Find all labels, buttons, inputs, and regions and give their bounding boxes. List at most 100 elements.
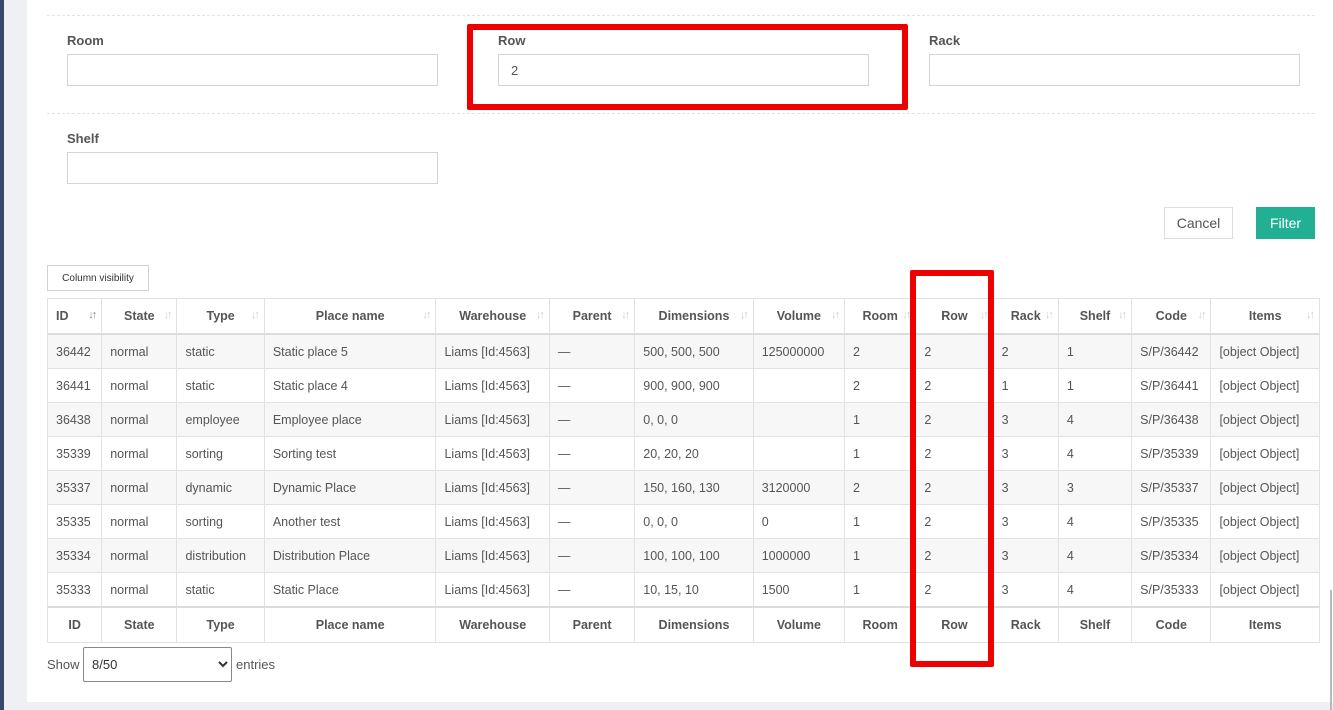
table-row[interactable]: 36441 normal static Static place 4 Liams [Id… (46, 368, 1320, 403)
sort-icon[interactable]: ↓↑ (536, 309, 545, 321)
table-row[interactable]: 35333 normal static Static Place Liams [Id:4… (46, 572, 1320, 608)
table-row[interactable]: 35335 normal sorting Another test Liams [Id:… (46, 504, 1320, 539)
filter-button[interactable]: Filter (1256, 207, 1315, 239)
sort-icon[interactable]: ↓↑ (1045, 309, 1054, 321)
cell-items: [object Object] (1210, 436, 1320, 471)
column-header-label: Rack (1010, 309, 1041, 323)
cell-items: [object Object] (1210, 572, 1320, 608)
cell-id: 36442 (46, 333, 103, 369)
cell-place-name: Static place 4 (263, 368, 437, 403)
sort-icon[interactable]: ↓↑ (902, 309, 911, 321)
cell-code: S/P/35333 (1131, 572, 1212, 608)
cell-parent: — (548, 436, 636, 471)
cell-dimensions: 0, 0, 0 (634, 504, 754, 539)
column-header-state[interactable]: State ↓↑ (101, 298, 178, 335)
column-header-row[interactable]: Row ↓↑ (915, 298, 994, 335)
sort-icon[interactable]: ↓↑ (1118, 309, 1127, 321)
cell-volume: 1500 (752, 572, 846, 608)
room-input[interactable] (67, 54, 438, 86)
column-header-warehouse[interactable]: Warehouse ↓↑ (435, 298, 550, 335)
cell-items: [object Object] (1210, 333, 1320, 369)
cell-warehouse: Liams [Id:4563] (435, 504, 550, 539)
cell-state: normal (101, 470, 178, 505)
column-header-code[interactable]: Code ↓↑ (1131, 298, 1212, 335)
cell-dimensions: 150, 160, 130 (634, 470, 754, 505)
cell-items: [object Object] (1210, 504, 1320, 539)
column-header-dimensions[interactable]: Dimensions ↓↑ (634, 298, 754, 335)
column-header-items[interactable]: Items ↓↑ (1210, 298, 1320, 335)
table-row[interactable]: 36442 normal static Static place 5 Liams [Id… (46, 333, 1320, 369)
table-row[interactable]: 35337 normal dynamic Dynamic Place Liams [Id… (46, 470, 1320, 505)
cell-volume: 1000000 (752, 538, 846, 573)
cell-shelf: 1 (1057, 368, 1133, 403)
column-header-label: Shelf (1079, 309, 1111, 323)
shelf-label: Shelf (67, 131, 99, 146)
column-header-volume[interactable]: Volume ↓↑ (752, 298, 846, 335)
cell-state: normal (101, 572, 178, 608)
column-footer-dimensions: Dimensions (634, 606, 754, 643)
cell-rack: 2 (992, 333, 1059, 369)
cell-room: 2 (844, 470, 917, 505)
table-row[interactable]: 35334 normal distribution Distribution Plac… (46, 538, 1320, 573)
cell-code: S/P/35335 (1131, 504, 1212, 539)
cell-shelf: 4 (1057, 402, 1133, 437)
cell-warehouse: Liams [Id:4563] (435, 538, 550, 573)
cell-id: 35335 (46, 504, 103, 539)
column-header-parent[interactable]: Parent ↓↑ (548, 298, 636, 335)
sort-icon[interactable]: ↓↑ (422, 309, 431, 321)
cell-type: employee (176, 402, 265, 437)
column-header-label: State (124, 309, 155, 323)
sort-icon[interactable]: ↓↑ (1306, 309, 1315, 321)
shelf-input[interactable] (67, 152, 438, 184)
cell-rack: 3 (992, 572, 1059, 608)
table-row[interactable]: 36438 normal employee Employee place Liams [… (46, 402, 1320, 437)
cell-type: dynamic (176, 470, 265, 505)
cell-warehouse: Liams [Id:4563] (435, 470, 550, 505)
cell-warehouse: Liams [Id:4563] (435, 333, 550, 369)
scrollbar[interactable] (1330, 590, 1332, 710)
cell-type: distribution (176, 538, 265, 573)
cell-room: 1 (844, 436, 917, 471)
cell-shelf: 4 (1057, 504, 1133, 539)
column-visibility-button[interactable]: Column visibility (47, 265, 149, 291)
cell-room: 1 (844, 572, 917, 608)
column-header-label: Code (1155, 309, 1187, 323)
sort-icon[interactable]: ↓↑ (980, 309, 989, 321)
cell-state: normal (101, 333, 178, 369)
entries-select[interactable]: 8/50 (83, 647, 232, 682)
column-header-room[interactable]: Room ↓↑ (844, 298, 917, 335)
cell-code: S/P/35334 (1131, 538, 1212, 573)
row-input[interactable] (498, 54, 869, 86)
cancel-button[interactable]: Cancel (1164, 207, 1233, 239)
column-header-shelf[interactable]: Shelf ↓↑ (1057, 298, 1133, 335)
cell-room: 1 (844, 402, 917, 437)
column-header-type[interactable]: Type ↓↑ (176, 298, 265, 335)
column-header-label: Row (941, 309, 968, 323)
column-header-id[interactable]: ID ↓↑ (46, 298, 103, 335)
cell-row: 2 (915, 504, 994, 539)
sort-icon[interactable]: ↓↑ (163, 309, 172, 321)
cell-place-name: Another test (263, 504, 437, 539)
sort-icon[interactable]: ↓↑ (1197, 309, 1206, 321)
cell-rack: 3 (992, 436, 1059, 471)
sidebar-edge (0, 0, 4, 710)
sort-icon[interactable]: ↓↑ (621, 309, 630, 321)
cell-row: 2 (915, 402, 994, 437)
column-header-rack[interactable]: Rack ↓↑ (992, 298, 1059, 335)
sort-icon[interactable]: ↓↑ (831, 309, 840, 321)
cell-shelf: 1 (1057, 333, 1133, 369)
sort-icon[interactable]: ↓↑ (740, 309, 749, 321)
sort-desc-icon[interactable]: ↓↑ (88, 309, 97, 321)
rack-input[interactable] (929, 54, 1300, 86)
cell-id: 36438 (46, 402, 103, 437)
sort-icon[interactable]: ↓↑ (251, 309, 260, 321)
table-row[interactable]: 35339 normal sorting Sorting test Liams [Id:… (46, 436, 1320, 471)
cell-row: 2 (915, 572, 994, 608)
cell-place-name: Distribution Place (263, 538, 437, 573)
column-footer-parent: Parent (548, 606, 636, 643)
column-footer-room: Room (844, 606, 917, 643)
column-header-place-name[interactable]: Place name ↓↑ (263, 298, 437, 335)
column-header-label: ID (56, 309, 69, 323)
cell-items: [object Object] (1210, 368, 1320, 403)
cell-shelf: 4 (1057, 538, 1133, 573)
